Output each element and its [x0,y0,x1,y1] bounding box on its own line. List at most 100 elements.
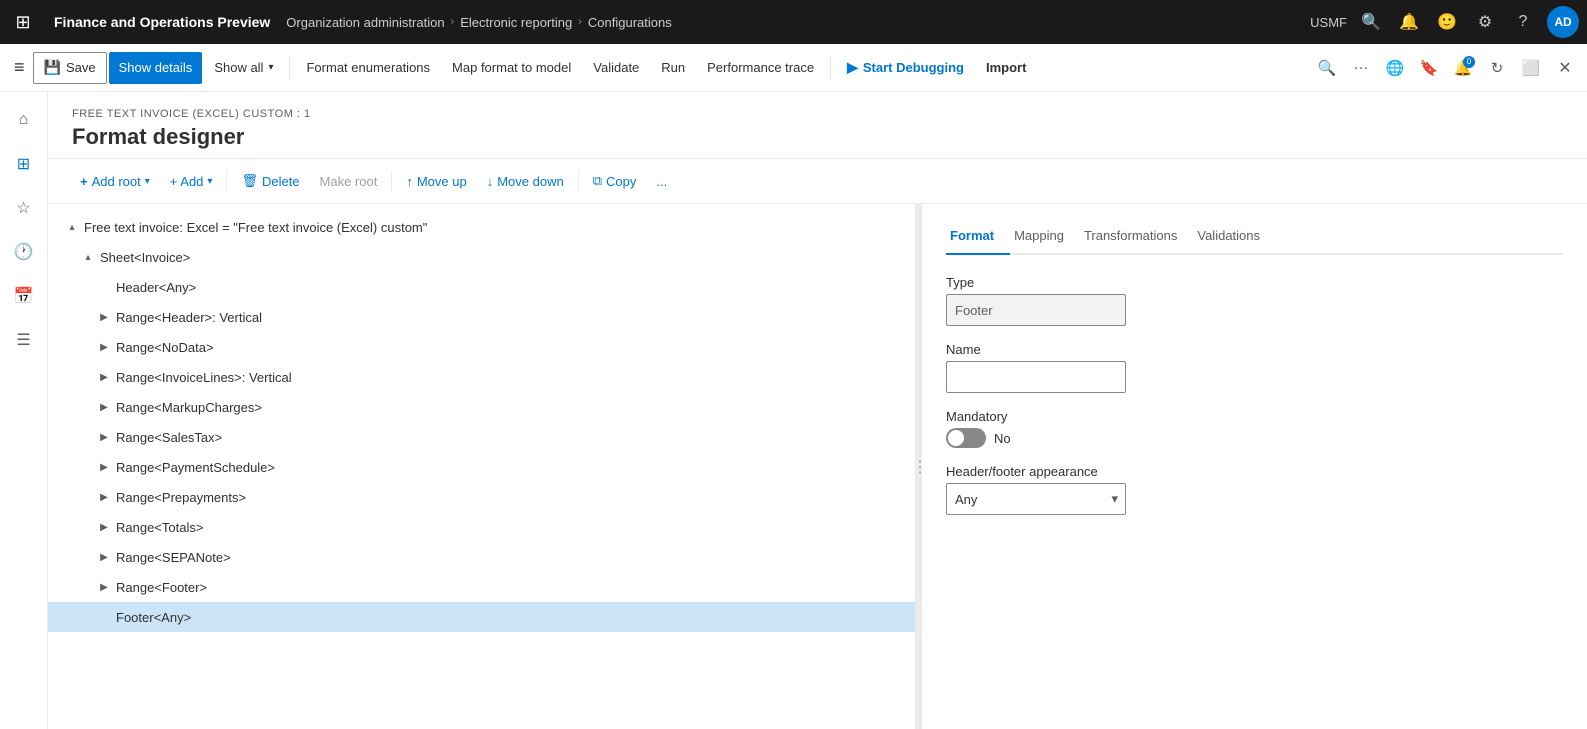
import-button[interactable]: Import [976,52,1036,84]
breadcrumb-item-3[interactable]: Configurations [588,15,672,30]
tree-item[interactable]: ▶ Range<NoData> [48,332,915,362]
add-root-button[interactable]: + Add root ▾ [72,167,158,195]
designer-header: FREE TEXT INVOICE (EXCEL) CUSTOM : 1 For… [48,92,1587,159]
app-grid-icon[interactable]: ⊞ [8,7,38,37]
add-chevron-icon: ▾ [207,176,212,187]
usmf-label: USMF [1310,15,1347,30]
type-field-group: Type [946,275,1563,326]
sidebar-filter-icon[interactable]: ⊞ [4,144,44,184]
tree-item-label: Sheet<Invoice> [96,250,190,265]
sidebar-list-icon[interactable]: ☰ [4,320,44,360]
tree-toggle-icon[interactable]: ▴ [80,249,96,265]
smiley-icon[interactable]: 🙂 [1433,8,1461,36]
copy-button[interactable]: ⧉ Copy [585,167,645,195]
tree-toggle-icon[interactable]: ▶ [96,339,112,355]
tree-item[interactable]: ▶ Range<Header>: Vertical [48,302,915,332]
tree-toggle-icon[interactable]: ▶ [96,519,112,535]
header-footer-label: Header/footer appearance [946,464,1563,479]
tree-item-selected[interactable]: ▶ Footer<Any> [48,602,915,632]
mandatory-toggle[interactable] [946,428,986,448]
format-enumerations-button[interactable]: Format enumerations [296,52,440,84]
tree-toggle-icon[interactable]: ▶ [96,579,112,595]
chevron-down-icon: ▾ [268,62,273,73]
header-footer-field-group: Header/footer appearance Any First Last … [946,464,1563,515]
sidebar-home-icon[interactable]: ⌂ [4,100,44,140]
tree-item[interactable]: ▶ Header<Any> [48,272,915,302]
properties-panel: Format Mapping Transformations Validatio… [922,204,1587,729]
tree-toggle-icon[interactable]: ▶ [96,309,112,325]
show-details-button[interactable]: Show details [109,52,203,84]
breadcrumb-sep-1: › [451,16,455,28]
tree-item[interactable]: ▴ Free text invoice: Excel = "Free text … [48,212,915,242]
move-up-button[interactable]: ↑ Move up [398,167,474,195]
breadcrumb-item-1[interactable]: Organization administration [286,15,444,30]
make-root-button[interactable]: Make root [312,167,386,195]
split-panel: ▴ Free text invoice: Excel = "Free text … [48,204,1587,729]
close-icon[interactable]: ✕ [1551,54,1579,82]
run-button[interactable]: Run [651,52,695,84]
settings-icon[interactable]: ⚙ [1471,8,1499,36]
name-label: Name [946,342,1563,357]
tree-item[interactable]: ▴ Sheet<Invoice> [48,242,915,272]
start-debugging-button[interactable]: ▶ Start Debugging [837,52,974,84]
bookmark-icon[interactable]: 🔖 [1415,54,1443,82]
tree-item[interactable]: ▶ Range<Totals> [48,512,915,542]
type-input[interactable] [946,294,1126,326]
delete-button[interactable]: 🗑 Delete [233,167,307,195]
tree-item[interactable]: ▶ Range<SalesTax> [48,422,915,452]
avatar[interactable]: AD [1547,6,1579,38]
globe-icon[interactable]: 🌐 [1381,54,1409,82]
tree-item[interactable]: ▶ Range<SEPANote> [48,542,915,572]
tree-item-label: Range<SEPANote> [112,550,231,565]
tab-validations[interactable]: Validations [1193,220,1276,255]
map-format-to-model-button[interactable]: Map format to model [442,52,581,84]
more-options-icon[interactable]: ··· [1347,54,1375,82]
more-button[interactable]: ... [648,167,675,195]
sidebar-star-icon[interactable]: ☆ [4,188,44,228]
add-button[interactable]: + Add ▾ [162,167,221,195]
performance-trace-button[interactable]: Performance trace [697,52,824,84]
show-all-button[interactable]: Show all ▾ [204,52,283,84]
main-toolbar: ≡ 💾 Save Show details Show all ▾ Format … [0,44,1587,92]
tree-item[interactable]: ▶ Range<PaymentSchedule> [48,452,915,482]
tree-item-label: Range<InvoiceLines>: Vertical [112,370,292,385]
sidebar-clock-icon[interactable]: 🕐 [4,232,44,272]
header-footer-select[interactable]: Any First Last Odd Even [946,483,1126,515]
name-input[interactable] [946,361,1126,393]
tree-toggle-icon[interactable]: ▴ [64,219,80,235]
tab-format[interactable]: Format [946,220,1010,255]
refresh-icon[interactable]: ↻ [1483,54,1511,82]
breadcrumb-item-2[interactable]: Electronic reporting [460,15,572,30]
tree-toggle-icon[interactable]: ▶ [96,369,112,385]
tree-toggle-icon[interactable]: ▶ [96,429,112,445]
toolbar-search-icon[interactable]: 🔍 [1313,54,1341,82]
save-button[interactable]: 💾 Save [33,52,107,84]
search-icon[interactable]: 🔍 [1357,8,1385,36]
left-sidebar: ⌂ ⊞ ☆ 🕐 📅 ☰ [0,92,48,729]
sidebar-calendar-icon[interactable]: 📅 [4,276,44,316]
tree-toggle-icon[interactable]: ▶ [96,549,112,565]
tab-mapping[interactable]: Mapping [1010,220,1080,255]
bell-icon[interactable]: 🔔 [1395,8,1423,36]
mandatory-field-group: Mandatory No [946,409,1563,448]
tree-item[interactable]: ▶ Range<Footer> [48,572,915,602]
tab-transformations[interactable]: Transformations [1080,220,1193,255]
format-toolbar: + Add root ▾ + Add ▾ 🗑 Delete Make root … [48,159,1587,204]
mandatory-value-label: No [994,431,1011,446]
notifications-badge-icon[interactable]: 🔔 0 [1449,54,1477,82]
tree-toggle-icon[interactable]: ▶ [96,459,112,475]
tree-item-label: Header<Any> [112,280,196,295]
tree-item[interactable]: ▶ Range<InvoiceLines>: Vertical [48,362,915,392]
tree-toggle-icon[interactable]: ▶ [96,489,112,505]
copy-icon: ⧉ [593,173,602,189]
app-title: Finance and Operations Preview [42,14,282,30]
hamburger-button[interactable]: ≡ [8,52,31,84]
move-down-button[interactable]: ↓ Move down [479,167,572,195]
validate-button[interactable]: Validate [583,52,649,84]
help-icon[interactable]: ? [1509,8,1537,36]
tree-toggle-icon[interactable]: ▶ [96,399,112,415]
delete-icon: 🗑 [241,173,258,189]
tree-item[interactable]: ▶ Range<MarkupCharges> [48,392,915,422]
tree-item[interactable]: ▶ Range<Prepayments> [48,482,915,512]
open-icon[interactable]: ⬜ [1517,54,1545,82]
